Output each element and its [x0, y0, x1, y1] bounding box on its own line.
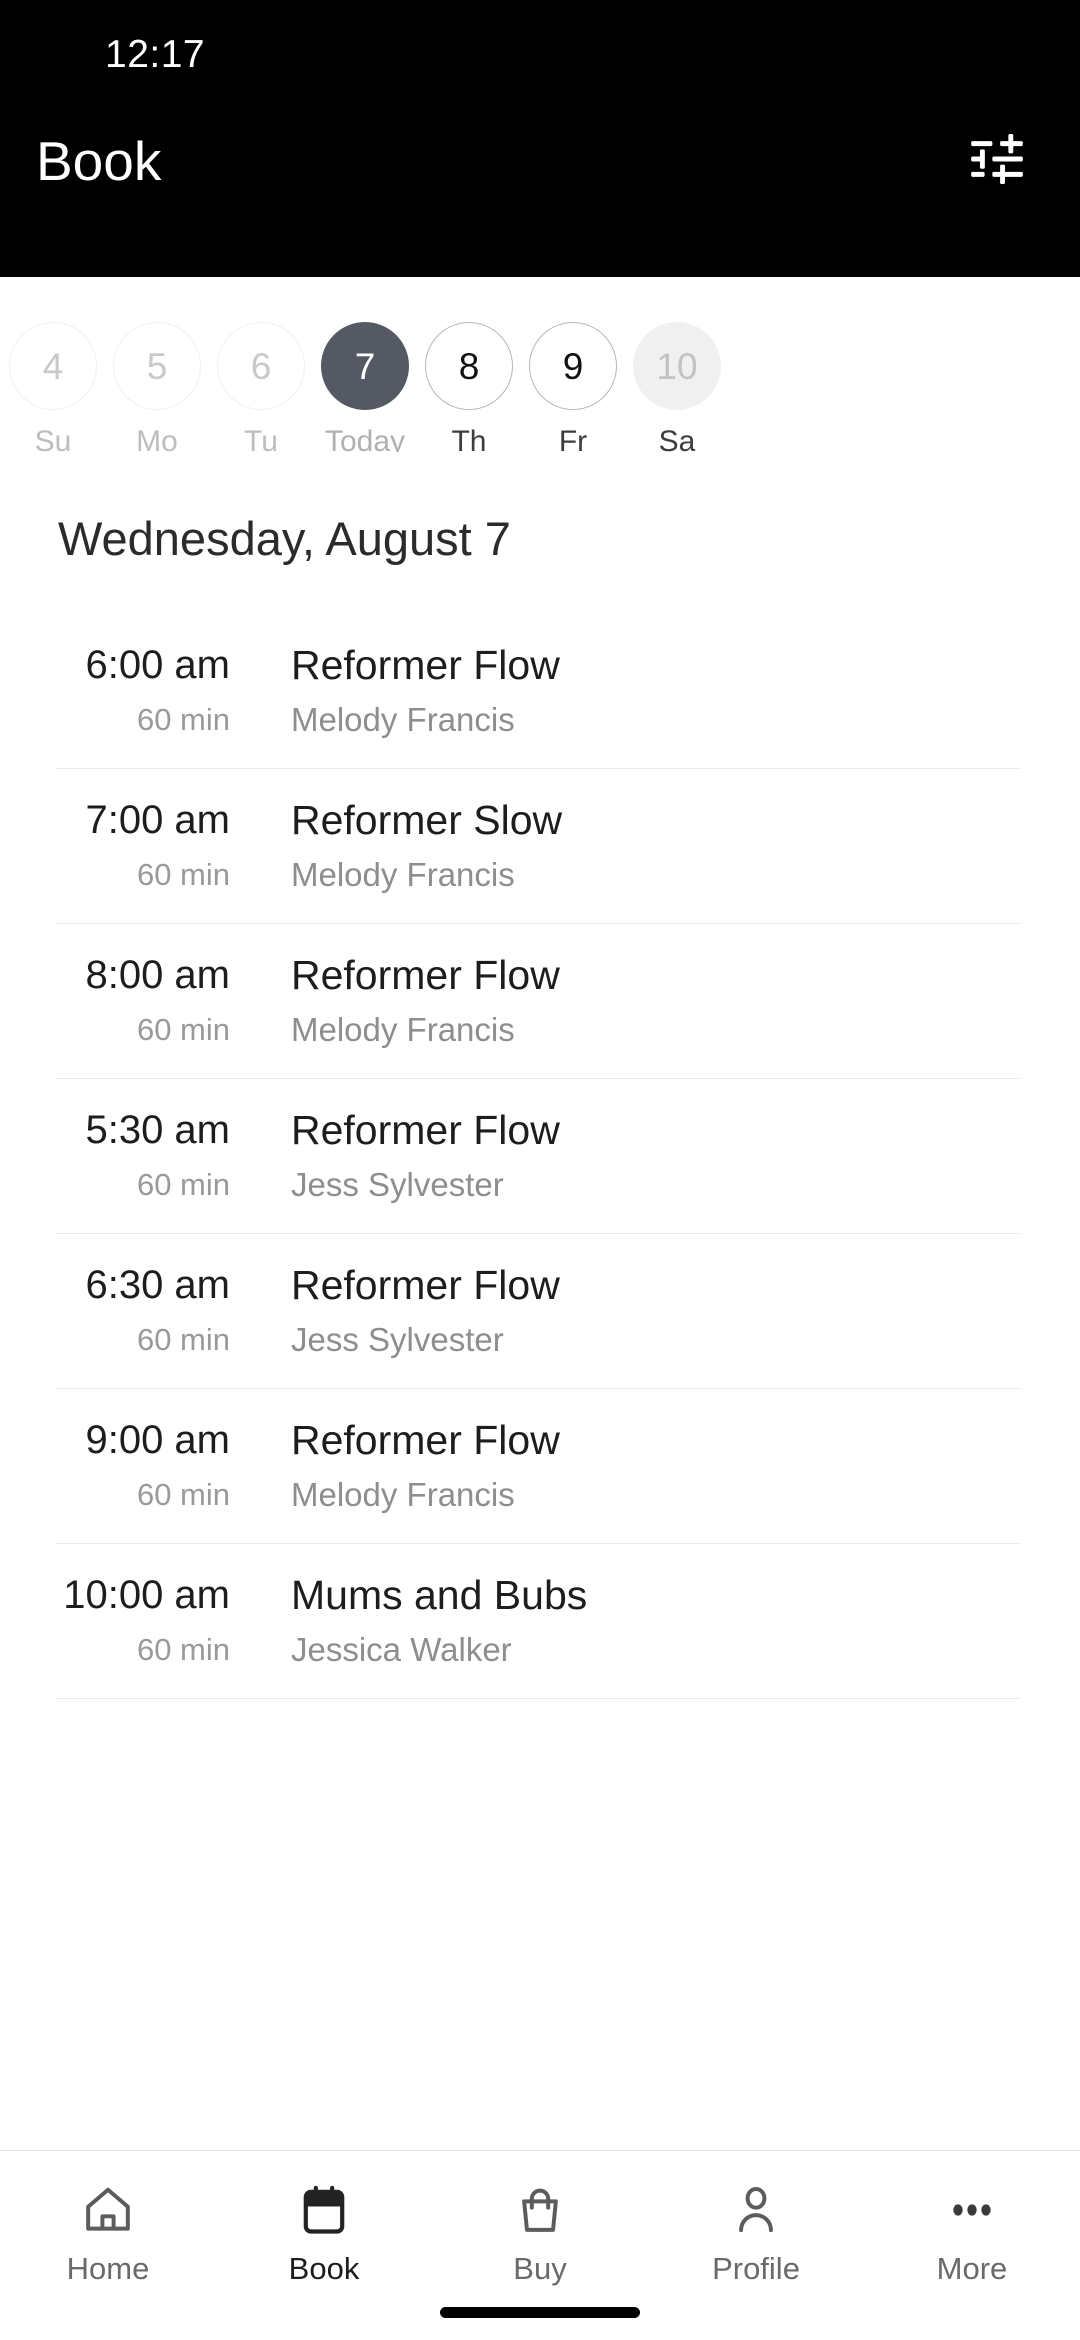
class-info-column: Mums and Bubs Jessica Walker — [234, 1572, 1020, 1669]
class-instructor: Melody Francis — [291, 701, 515, 739]
date-cell-7-today-selected[interactable]: 7 Today — [313, 322, 417, 452]
day-heading: Wednesday, August 7 — [58, 512, 511, 565]
class-time: 5:30 am — [85, 1108, 230, 1153]
class-instructor: Jessica Walker — [291, 1631, 512, 1669]
nav-label: More — [936, 2251, 1008, 2286]
date-cell-10[interactable]: 10 Sa — [625, 322, 729, 452]
class-duration: 60 min — [136, 1167, 230, 1203]
date-day-label: Mo — [136, 425, 178, 453]
date-day-label: Today — [324, 425, 406, 453]
class-instructor: Melody Francis — [291, 856, 515, 894]
class-info-column: Reformer Slow Melody Francis — [234, 797, 1020, 894]
class-duration: 60 min — [136, 702, 230, 737]
nav-item-book[interactable]: Book — [216, 2177, 432, 2284]
class-name: Reformer Slow — [291, 797, 563, 844]
class-info-column: Reformer Flow Jess Sylvester — [234, 1262, 1020, 1359]
class-instructor: Jess Sylvester — [291, 1321, 504, 1359]
date-cell-8[interactable]: 8 Th — [417, 322, 521, 452]
class-row[interactable]: 10:00 am 60 min Mums and Bubs Jessica Wa… — [56, 1544, 1020, 1700]
date-day-label: Sa — [658, 425, 696, 453]
class-name: Reformer Flow — [291, 1417, 560, 1464]
page-title: Book — [36, 130, 162, 192]
date-day-label: Tu — [244, 425, 278, 453]
tune-sliders-icon[interactable] — [966, 128, 1028, 190]
nav-item-home[interactable]: Home — [0, 2177, 216, 2284]
class-time-column: 10:00 am 60 min — [56, 1574, 234, 1665]
date-day-label: Fr — [558, 425, 588, 453]
date-cell-5[interactable]: 5 Mo — [105, 322, 209, 452]
calendar-icon — [296, 2177, 352, 2243]
date-circle[interactable]: 7 — [321, 322, 409, 410]
app-screen: 12:17 Book 4 Su 5 Mo 6 Tu 7 Today 8 Th 9… — [0, 0, 1080, 2340]
class-time-column: 6:30 am 60 min — [56, 1264, 234, 1355]
class-instructor: Melody Francis — [291, 1011, 515, 1049]
class-time-column: 6:00 am 60 min — [56, 644, 234, 735]
class-row[interactable]: 6:30 am 60 min Reformer Flow Jess Sylves… — [56, 1234, 1020, 1390]
class-info-column: Reformer Flow Melody Francis — [234, 1417, 1020, 1514]
class-time: 8:00 am — [85, 953, 230, 998]
class-info-column: Reformer Flow Melody Francis — [234, 642, 1020, 739]
class-duration: 60 min — [136, 1322, 230, 1358]
class-info-column: Reformer Flow Melody Francis — [234, 952, 1020, 1049]
date-circle[interactable]: 5 — [113, 322, 201, 410]
class-row[interactable]: 7:00 am 60 min Reformer Slow Melody Fran… — [56, 769, 1020, 925]
class-time-column: 8:00 am 60 min — [56, 954, 234, 1045]
ellipsis-icon — [944, 2177, 1000, 2243]
status-time: 12:17 — [105, 33, 206, 76]
class-name: Reformer Flow — [291, 642, 560, 688]
class-name: Reformer Flow — [291, 1107, 560, 1154]
class-name: Reformer Flow — [291, 952, 560, 999]
class-name: Mums and Bubs — [291, 1572, 588, 1619]
class-info-column: Reformer Flow Jess Sylvester — [234, 1107, 1020, 1204]
class-duration: 60 min — [136, 1477, 230, 1513]
date-circle[interactable]: 4 — [9, 322, 97, 410]
class-time: 10:00 am — [63, 1573, 230, 1618]
class-row[interactable]: 8:00 am 60 min Reformer Flow Melody Fran… — [56, 924, 1020, 1080]
date-selector[interactable]: 4 Su 5 Mo 6 Tu 7 Today 8 Th 9 Fr 10 Sa — [0, 277, 1080, 452]
person-icon — [728, 2177, 784, 2243]
class-time: 6:00 am — [85, 643, 230, 687]
class-duration: 60 min — [136, 1012, 230, 1048]
class-duration: 60 min — [136, 857, 230, 893]
class-instructor: Jess Sylvester — [291, 1166, 504, 1204]
date-day-label: Th — [451, 425, 487, 453]
class-instructor: Melody Francis — [291, 1476, 515, 1514]
class-time: 6:30 am — [85, 1263, 230, 1308]
date-circle[interactable]: 6 — [217, 322, 305, 410]
status-bar: 12:17 — [0, 0, 1080, 110]
nav-item-profile[interactable]: Profile — [648, 2177, 864, 2284]
class-row[interactable]: 6:00 am 60 min Reformer Flow Melody Fran… — [56, 614, 1020, 770]
class-name: Reformer Flow — [291, 1262, 560, 1309]
class-time: 7:00 am — [85, 798, 230, 843]
date-day-label: Su — [34, 425, 72, 453]
nav-label: Book — [288, 2251, 360, 2286]
nav-label: Home — [66, 2251, 150, 2286]
nav-item-buy[interactable]: Buy — [432, 2177, 648, 2284]
nav-item-more[interactable]: More — [864, 2177, 1080, 2284]
class-row[interactable]: 5:30 am 60 min Reformer Flow Jess Sylves… — [56, 1079, 1020, 1235]
class-row[interactable]: 9:00 am 60 min Reformer Flow Melody Fran… — [56, 1389, 1020, 1545]
class-duration: 60 min — [136, 1632, 230, 1668]
date-cell-4[interactable]: 4 Su — [1, 322, 105, 452]
home-icon — [80, 2177, 136, 2243]
nav-label: Profile — [712, 2251, 800, 2286]
bag-icon — [512, 2177, 568, 2243]
date-circle[interactable]: 8 — [425, 322, 513, 410]
date-cell-6[interactable]: 6 Tu — [209, 322, 313, 452]
nav-label: Buy — [513, 2251, 567, 2286]
date-circle[interactable]: 10 — [633, 322, 721, 410]
date-cell-9[interactable]: 9 Fr — [521, 322, 625, 452]
class-time-column: 5:30 am 60 min — [56, 1109, 234, 1200]
date-circle[interactable]: 9 — [529, 322, 617, 410]
app-bar: Book — [0, 110, 1080, 277]
class-list: 6:00 am 60 min Reformer Flow Melody Fran… — [0, 614, 1080, 2150]
class-time-column: 9:00 am 60 min — [56, 1419, 234, 1510]
app-header: 12:17 Book — [0, 0, 1080, 277]
home-indicator — [440, 2307, 640, 2318]
class-time-column: 7:00 am 60 min — [56, 799, 234, 890]
class-time: 9:00 am — [85, 1418, 230, 1463]
